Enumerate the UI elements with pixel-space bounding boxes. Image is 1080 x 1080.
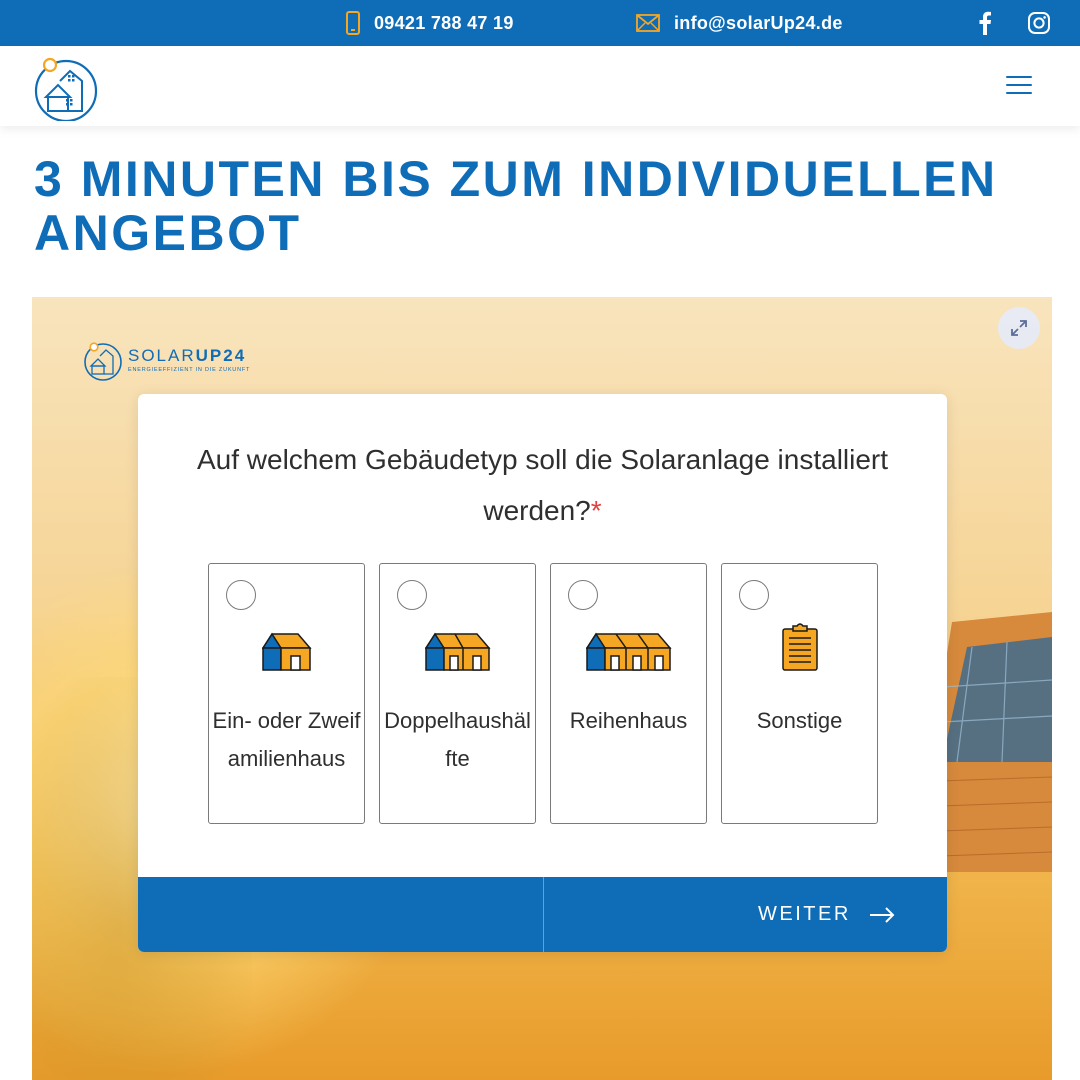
hero-background: SOLARUP24 ENERGIEEFFIZIENT IN DIE ZUKUNF… [32,297,1052,1080]
radio-button[interactable] [226,580,256,610]
hamburger-menu-icon[interactable] [1004,72,1038,98]
brand-tagline: ENERGIEEFFIZIENT IN DIE ZUKUNFT [128,367,251,373]
brand-name-up24: UP24 [195,346,247,365]
phone-number: 09421 788 47 19 [374,12,514,33]
radio-button[interactable] [397,580,427,610]
option-label: Reihenhaus [569,708,688,733]
question-label: Auf welchem Gebäudetyp soll die Solaranl… [196,444,889,526]
radio-button[interactable] [739,580,769,610]
single-house-icon [209,622,364,672]
next-button-label: WEITER [758,903,851,925]
phone-icon [346,11,360,35]
footer-divider [543,877,544,952]
required-asterisk: * [590,495,602,526]
brand-name-solar: SOLAR [128,346,196,365]
option-other[interactable]: Sonstige [721,563,878,824]
option-single-family[interactable]: Ein- oder Zweifamilienhaus [208,563,365,824]
arrow-right-icon [869,906,895,923]
top-contact-bar: 09421 788 47 19 info@solarUp24.de [0,0,1080,46]
form-brand-logo: SOLARUP24 ENERGIEEFFIZIENT IN DIE ZUKUNF… [82,339,250,381]
brand-house-icon [84,342,122,381]
clipboard-icon [722,622,877,672]
option-semi-detached[interactable]: Doppelhaushälfte [379,563,536,824]
semi-detached-house-icon [380,622,535,672]
terraced-house-icon [551,622,706,672]
expand-icon[interactable] [998,307,1040,349]
question-text: Auf welchem Gebäudetyp soll die Solaranl… [178,434,907,536]
site-header [0,46,1080,126]
option-label: Ein- oder Zweifamilienhaus [212,708,361,771]
option-label: Sonstige [756,708,843,733]
site-logo[interactable] [30,51,100,123]
building-type-options: Ein- oder Zweifamilienhaus Doppelhaushäl… [208,563,892,824]
radio-button[interactable] [568,580,598,610]
email-address: info@solarUp24.de [674,12,843,33]
option-label: Doppelhaushälfte [384,708,531,771]
mail-icon [636,14,660,32]
phone-link[interactable]: 09421 788 47 19 [346,0,514,46]
form-card: Auf welchem Gebäudetyp soll die Solaranl… [138,394,947,952]
form-footer-bar: WEITER [138,877,947,952]
instagram-icon[interactable] [1024,8,1054,38]
option-terraced[interactable]: Reihenhaus [550,563,707,824]
email-link[interactable]: info@solarUp24.de [636,0,843,46]
facebook-icon[interactable] [970,8,1000,38]
page-title: 3 Minuten bis zum individuellen Angebot [34,151,998,261]
next-button[interactable]: WEITER [758,877,895,952]
